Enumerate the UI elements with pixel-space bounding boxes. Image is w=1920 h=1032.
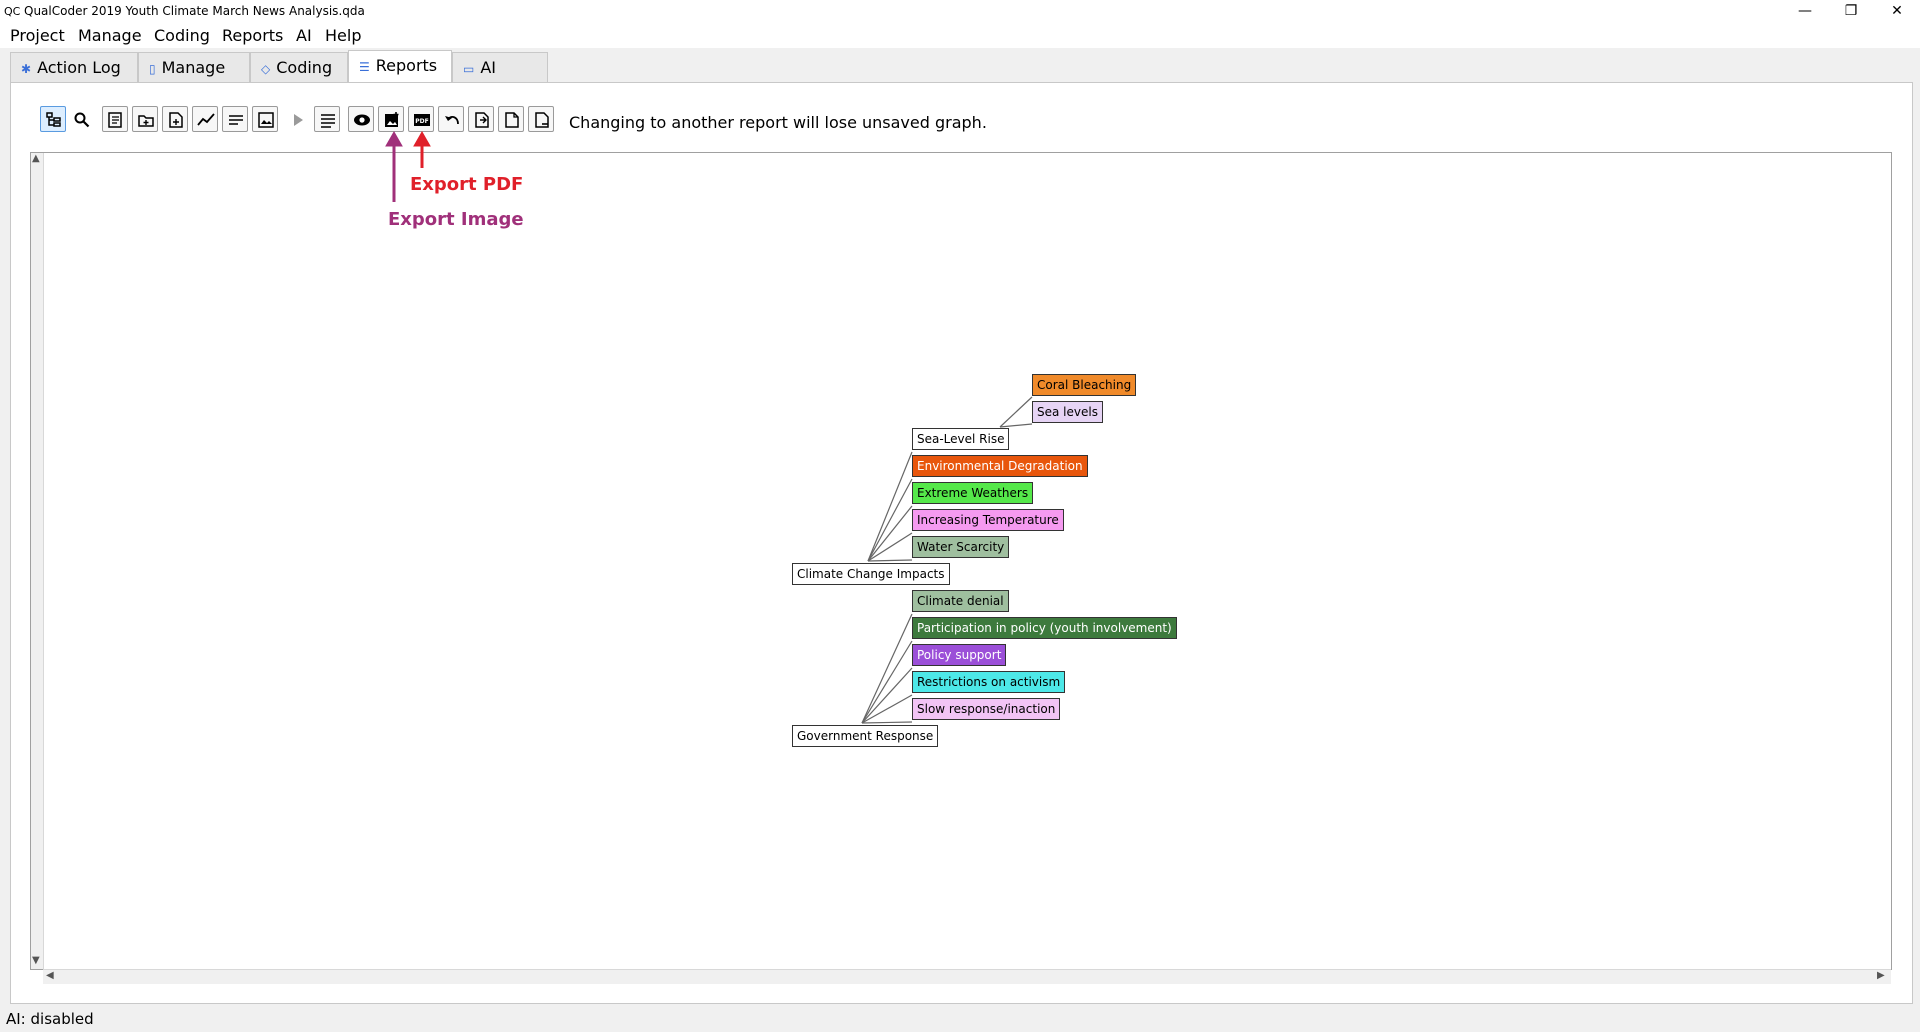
graph-node-increasing-temperature[interactable]: Increasing Temperature (912, 509, 1064, 531)
graph-node-participation-in-policy[interactable]: Participation in policy (youth involveme… (912, 617, 1177, 639)
graph-node-coral-bleaching[interactable]: Coral Bleaching (1032, 374, 1137, 396)
export-pdf-arrow (413, 130, 431, 168)
edge (867, 505, 913, 562)
edge (999, 396, 1033, 428)
edge (861, 667, 913, 724)
graph-node-government-response[interactable]: Government Response (792, 725, 939, 747)
graph-node-policy-support[interactable]: Policy support (912, 644, 1007, 666)
edge (861, 640, 913, 724)
edge (861, 613, 913, 724)
graph-node-water-scarcity[interactable]: Water Scarcity (912, 536, 1010, 558)
graph-node-climate-change-impacts[interactable]: Climate Change Impacts (792, 563, 950, 585)
edge (861, 721, 913, 724)
edge (999, 423, 1033, 428)
graph-node-extreme-weathers[interactable]: Extreme Weathers (912, 482, 1034, 504)
graph-node-environmental-degradation[interactable]: Environmental Degradation (912, 455, 1088, 477)
edge (861, 694, 913, 724)
export-image-annotation: Export Image (388, 209, 524, 230)
edge (867, 478, 913, 562)
graph-node-restrictions-on-activism[interactable]: Restrictions on activism (912, 671, 1066, 693)
edge (867, 451, 913, 562)
graph-node-climate-denial[interactable]: Climate denial (912, 590, 1009, 612)
graph-node-sea-levels[interactable]: Sea levels (1032, 401, 1103, 423)
graph-node-slow-response[interactable]: Slow response/inaction (912, 698, 1061, 720)
edge (867, 559, 913, 562)
edge (867, 532, 913, 562)
export-image-arrow (385, 130, 403, 202)
export-pdf-annotation: Export PDF (410, 174, 524, 195)
graph-node-sea-level-rise[interactable]: Sea-Level Rise (912, 428, 1010, 450)
status-bar: AI: disabled (6, 1010, 94, 1028)
